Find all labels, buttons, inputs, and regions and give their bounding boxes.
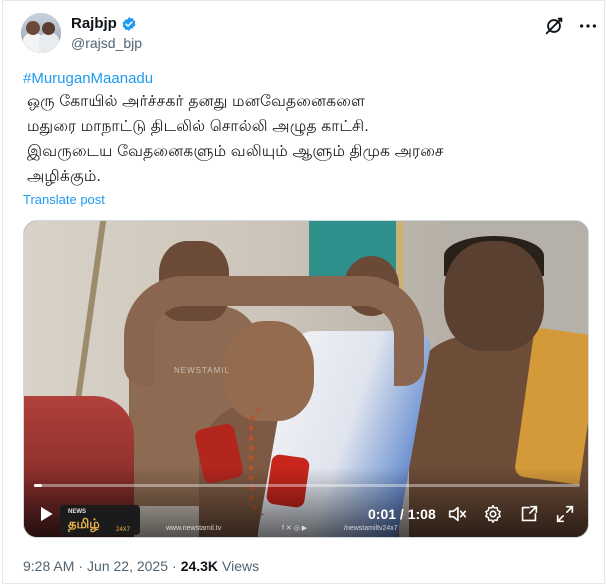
tweet-line: ஒரு கோயில் அர்ச்சகர் தனது மனவேதனைகளை <box>27 93 366 110</box>
display-name[interactable]: Rajbjp <box>71 15 117 32</box>
translate-post-link[interactable]: Translate post <box>23 192 105 207</box>
grok-icon[interactable] <box>543 15 565 37</box>
tweet-header: Rajbjp @rajsd_bjp <box>21 13 597 57</box>
pip-icon[interactable] <box>518 503 540 525</box>
play-icon[interactable] <box>36 504 56 524</box>
meta-separator: · <box>78 558 84 574</box>
tweet-line: அழிக்கும். <box>27 168 102 185</box>
video-watermark: NEWSTAMIL <box>174 366 230 375</box>
tweet-line: மதுரை மாநாட்டு திடலில் சொல்லி அழுத காட்ச… <box>27 118 369 135</box>
post-date[interactable]: Jun 22, 2025 <box>87 558 168 574</box>
author-handle[interactable]: @rajsd_bjp <box>71 35 142 51</box>
views-label: Views <box>222 558 260 574</box>
post-time[interactable]: 9:28 AM <box>23 558 74 574</box>
time-separator: / <box>396 506 408 522</box>
meta-separator: · <box>172 558 177 574</box>
video-progress-bar[interactable] <box>34 484 580 487</box>
current-time: 0:01 <box>368 506 397 522</box>
settings-icon[interactable] <box>482 503 504 525</box>
fullscreen-icon[interactable] <box>554 503 576 525</box>
duration: 1:08 <box>407 506 436 522</box>
author-name-row[interactable]: Rajbjp <box>71 15 137 32</box>
tweet-text: #MuruganMaanadu ஒரு கோயில் அர்ச்சகர் தனத… <box>23 69 589 189</box>
verified-badge-icon <box>121 16 137 32</box>
mute-icon[interactable] <box>446 503 468 525</box>
tweet-meta: 9:28 AM · Jun 22, 2025 · 24.3K Views <box>23 558 259 574</box>
avatar[interactable] <box>21 13 61 53</box>
more-icon[interactable] <box>577 15 599 37</box>
tweet-card: Rajbjp @rajsd_bjp #MuruganMaanadu ஒரு கோ… <box>2 0 605 584</box>
tweet-line: இவருடைய வேதனைகளும் வலியும் ஆளும் திமுக அ… <box>27 143 444 160</box>
video-frame: NEWSTAMIL NEWS தமிழ் 24X7 www.newstamil.… <box>24 221 588 537</box>
video-player[interactable]: NEWSTAMIL NEWS தமிழ் 24X7 www.newstamil.… <box>23 220 589 538</box>
views-count[interactable]: 24.3K <box>181 558 218 574</box>
video-controls: 0:01 / 1:08 <box>24 499 588 529</box>
video-progress-fill <box>34 484 43 487</box>
hashtag-link[interactable]: #MuruganMaanadu <box>23 69 589 89</box>
video-timecode: 0:01 / 1:08 <box>368 506 436 522</box>
